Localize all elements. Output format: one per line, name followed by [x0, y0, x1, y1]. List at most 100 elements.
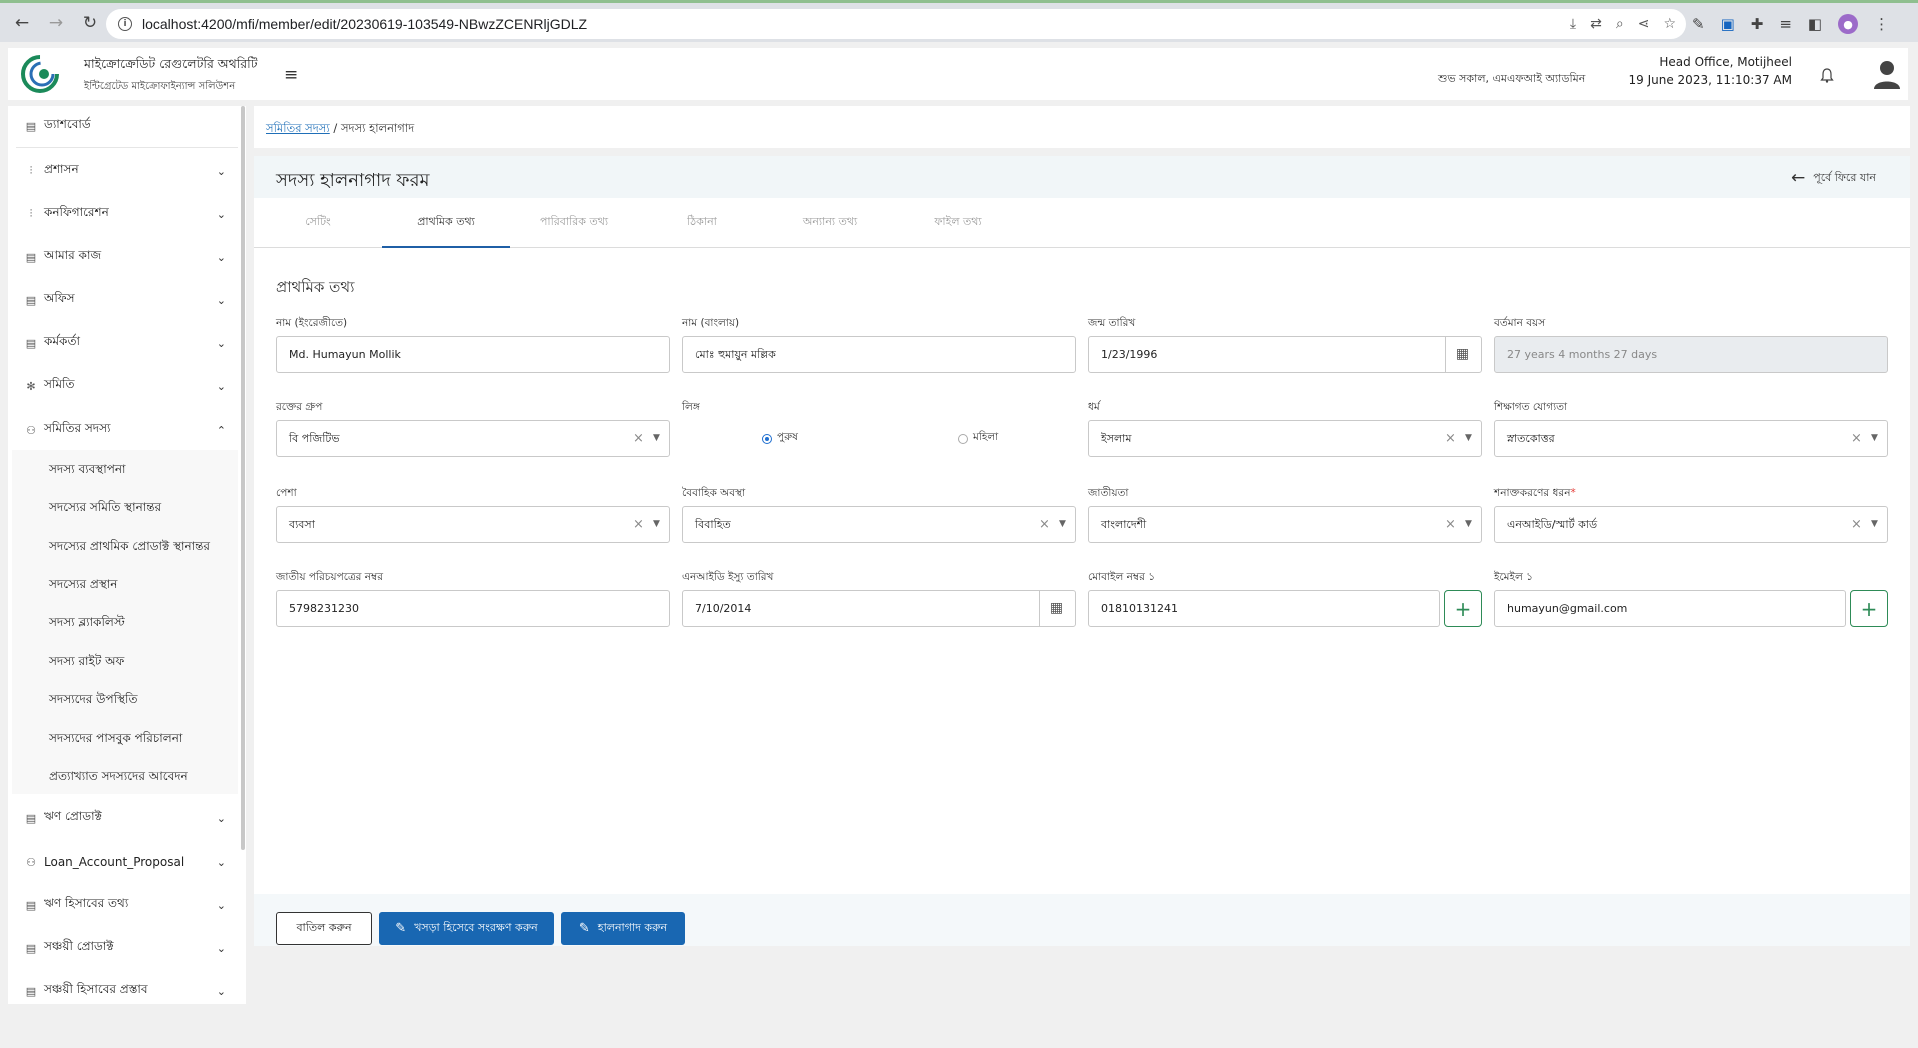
clear-icon[interactable]: × — [1445, 421, 1456, 456]
caret-down-icon[interactable]: ▼ — [653, 507, 660, 542]
caret-down-icon[interactable]: ▼ — [1871, 421, 1878, 456]
bookmark-star-icon[interactable]: ☆ — [1663, 16, 1676, 32]
clear-icon[interactable]: × — [1445, 507, 1456, 542]
s-extension-icon[interactable]: ▣ — [1721, 15, 1735, 33]
reading-list-icon[interactable]: ≡ — [1779, 15, 1792, 33]
cancel-button[interactable]: বাতিল করুন — [276, 912, 372, 945]
calendar-icon[interactable]: ▦ — [1039, 591, 1073, 626]
sidebar-item-loan-account-proposal[interactable]: ⚇ Loan_Account_Proposal ⌄ — [8, 842, 246, 882]
save-draft-button[interactable]: ✎ খসড়া হিসেবে সংরক্ষণ করুন — [379, 912, 554, 945]
user-avatar-icon[interactable] — [1872, 58, 1902, 90]
extensions-puzzle-icon[interactable]: ✚ — [1751, 15, 1764, 33]
caret-down-icon[interactable]: ▼ — [1465, 507, 1472, 542]
name-en-input[interactable]: Md. Humayun Mollik — [276, 336, 670, 373]
tab-family-info[interactable]: পারিবারিক তথ্য — [510, 198, 638, 248]
sidebar-item-label: Loan_Account_Proposal — [44, 855, 185, 869]
eyedropper-extension-icon[interactable]: ✎ — [1692, 15, 1705, 33]
tab-file-info[interactable]: ফাইল তথ্য — [894, 198, 1022, 248]
submenu-member-exit[interactable]: সদস্যের প্রস্থান — [49, 576, 117, 596]
caret-down-icon[interactable]: ▼ — [1871, 507, 1878, 542]
side-panel-icon[interactable]: ◧ — [1808, 15, 1822, 33]
reload-icon[interactable]: ↻ — [76, 9, 104, 37]
submenu-member-write-off[interactable]: সদস্য রাইট অফ — [49, 653, 124, 673]
clear-icon[interactable]: × — [1851, 421, 1862, 456]
id-type-select[interactable]: এনআইডি/স্মার্ট কার্ড × ▼ — [1494, 506, 1888, 543]
breadcrumb-link-samity-member[interactable]: সমিতির সদস্য — [266, 121, 330, 135]
arrow-left-icon: ← — [1790, 168, 1806, 188]
mobile-input[interactable]: 01810131241 — [1088, 590, 1440, 627]
submenu-member-management[interactable]: সদস্য ব্যবস্থাপনা — [49, 461, 126, 481]
email-label: ইমেইল ১ — [1494, 571, 1533, 583]
submenu-member-product-transfer[interactable]: সদস্যের প্রাথমিক প্রোডাক্ট স্থানান্তর — [49, 538, 210, 558]
nid-issue-date-input[interactable]: 7/10/2014 ▦ — [682, 590, 1076, 627]
zoom-icon[interactable]: ⌕ — [1616, 16, 1624, 32]
religion-select[interactable]: ইসলাম × ▼ — [1088, 420, 1482, 457]
education-select[interactable]: স্নাতকোত্তর × ▼ — [1494, 420, 1888, 457]
marital-status-value: বিবাহিত — [695, 518, 731, 531]
caret-down-icon[interactable]: ▼ — [653, 421, 660, 456]
tab-address[interactable]: ঠিকানা — [638, 198, 766, 248]
submenu-member-passbook[interactable]: সদস্যদের পাসবুক পরিচালনা — [49, 730, 182, 750]
caret-down-icon[interactable]: ▼ — [1465, 421, 1472, 456]
tab-settings[interactable]: সেটিং — [254, 198, 382, 248]
clear-icon[interactable]: × — [1039, 507, 1050, 542]
submenu-member-blacklist[interactable]: সদস্য ব্ল্যাকলিস্ট — [49, 614, 125, 634]
sidebar-item-dashboard[interactable]: ▤ ড্যাশবোর্ড — [8, 106, 246, 146]
add-email-button[interactable]: + — [1850, 590, 1888, 627]
tab-other-info[interactable]: অন্যান্য তথ্য — [766, 198, 894, 248]
share-icon[interactable]: ⋖ — [1638, 16, 1650, 32]
sidebar-item-savings-product[interactable]: ▤ সঞ্চয়ী প্রোডাক্ট ⌄ — [8, 928, 246, 968]
gender-radio-male[interactable]: পুরুষ — [762, 430, 798, 447]
marital-status-select[interactable]: বিবাহিত × ▼ — [682, 506, 1076, 543]
clear-icon[interactable]: × — [1851, 507, 1862, 542]
back-label: পূর্বে ফিরে যান — [1813, 170, 1876, 184]
sidebar-item-office[interactable]: ▤ অফিস ⌄ — [8, 280, 246, 320]
install-icon[interactable]: ⤓ — [1570, 16, 1576, 32]
dob-input[interactable]: 1/23/1996 ▦ — [1088, 336, 1482, 373]
update-button[interactable]: ✎ হালনাগাদ করুন — [561, 912, 685, 945]
sidebar-item-samity[interactable]: ✻ সমিতি ⌄ — [8, 366, 246, 406]
age-input: 27 years 4 months 27 days — [1494, 336, 1888, 373]
form-header: সদস্য হালনাগাদ ফরম ← পূর্বে ফিরে যান — [254, 156, 1910, 198]
nid-input[interactable]: 5798231230 — [276, 590, 670, 627]
caret-down-icon[interactable]: ▼ — [1059, 507, 1066, 542]
back-button[interactable]: ← পূর্বে ফিরে যান — [1791, 168, 1876, 188]
mobile-label: মোবাইল নম্বর ১ — [1088, 571, 1156, 583]
sidebar-item-officer[interactable]: ▤ কর্মকর্তা ⌄ — [8, 323, 246, 363]
sidebar-item-administration[interactable]: ⫶ প্রশাসন ⌄ — [8, 151, 246, 191]
sidebar-scrollbar[interactable] — [241, 106, 245, 850]
forward-arrow-icon[interactable]: → — [42, 9, 70, 37]
back-arrow-icon[interactable]: ← — [8, 9, 36, 37]
breadcrumb-bar: সমিতির সদস্য / সদস্য হালনাগাদ — [254, 106, 1910, 148]
tab-basic-info[interactable]: প্রাথমিক তথ্য — [382, 198, 510, 248]
clear-icon[interactable]: × — [633, 421, 644, 456]
sidebar-item-savings-proposal[interactable]: ▤ সঞ্চয়ী হিসাবের প্রস্তাব ⌄ — [8, 971, 246, 1004]
page-title: সদস্য হালনাগাদ ফরম — [276, 170, 430, 191]
gender-radio-female[interactable]: মহিলা — [958, 430, 998, 447]
submenu-member-samity-transfer[interactable]: সদস্যের সমিতি স্থানান্তর — [49, 499, 161, 519]
add-mobile-button[interactable]: + — [1444, 590, 1482, 627]
occupation-select[interactable]: ব্যবসা × ▼ — [276, 506, 670, 543]
sidebar-item-loan-product[interactable]: ▤ ঋণ প্রোডাক্ট ⌄ — [8, 798, 246, 838]
notification-bell-icon[interactable] — [1820, 68, 1834, 83]
chevron-down-icon: ⌄ — [216, 336, 226, 350]
calendar-icon[interactable]: ▦ — [1445, 337, 1479, 372]
clear-icon[interactable]: × — [633, 507, 644, 542]
blood-group-select[interactable]: বি পজিটিভ × ▼ — [276, 420, 670, 457]
nationality-select[interactable]: বাংলাদেশী × ▼ — [1088, 506, 1482, 543]
address-bar[interactable]: i localhost:4200/mfi/member/edit/2023061… — [106, 9, 1686, 39]
nid-issue-date-label: এনআইডি ইস্যু তারিখ — [682, 571, 774, 583]
hamburger-menu-icon[interactable]: ≡ — [284, 65, 298, 85]
site-info-icon[interactable]: i — [118, 17, 132, 31]
submenu-member-attendance[interactable]: সদস্যদের উপস্থিতি — [49, 691, 138, 711]
sidebar-item-configuration[interactable]: ⫶ কনফিগারেশন ⌄ — [8, 194, 246, 234]
profile-avatar-icon[interactable]: ● — [1838, 14, 1859, 34]
sidebar-item-samity-member[interactable]: ⚇ সমিতির সদস্য ⌃ — [8, 410, 246, 450]
browser-menu-icon[interactable]: ⋮ — [1874, 15, 1889, 33]
email-input[interactable]: humayun@gmail.com — [1494, 590, 1846, 627]
submenu-rejected-applications[interactable]: প্রত্যাখ্যাত সদস্যদের আবেদন — [49, 768, 188, 788]
translate-icon[interactable]: ⇄ — [1590, 16, 1602, 32]
sidebar-item-loan-account-info[interactable]: ▤ ঋণ হিসাবের তথ্য ⌄ — [8, 885, 246, 925]
name-bn-input[interactable]: মোঃ হুমায়ুন মল্লিক — [682, 336, 1076, 373]
sidebar-item-my-work[interactable]: ▤ আমার কাজ ⌄ — [8, 237, 246, 277]
